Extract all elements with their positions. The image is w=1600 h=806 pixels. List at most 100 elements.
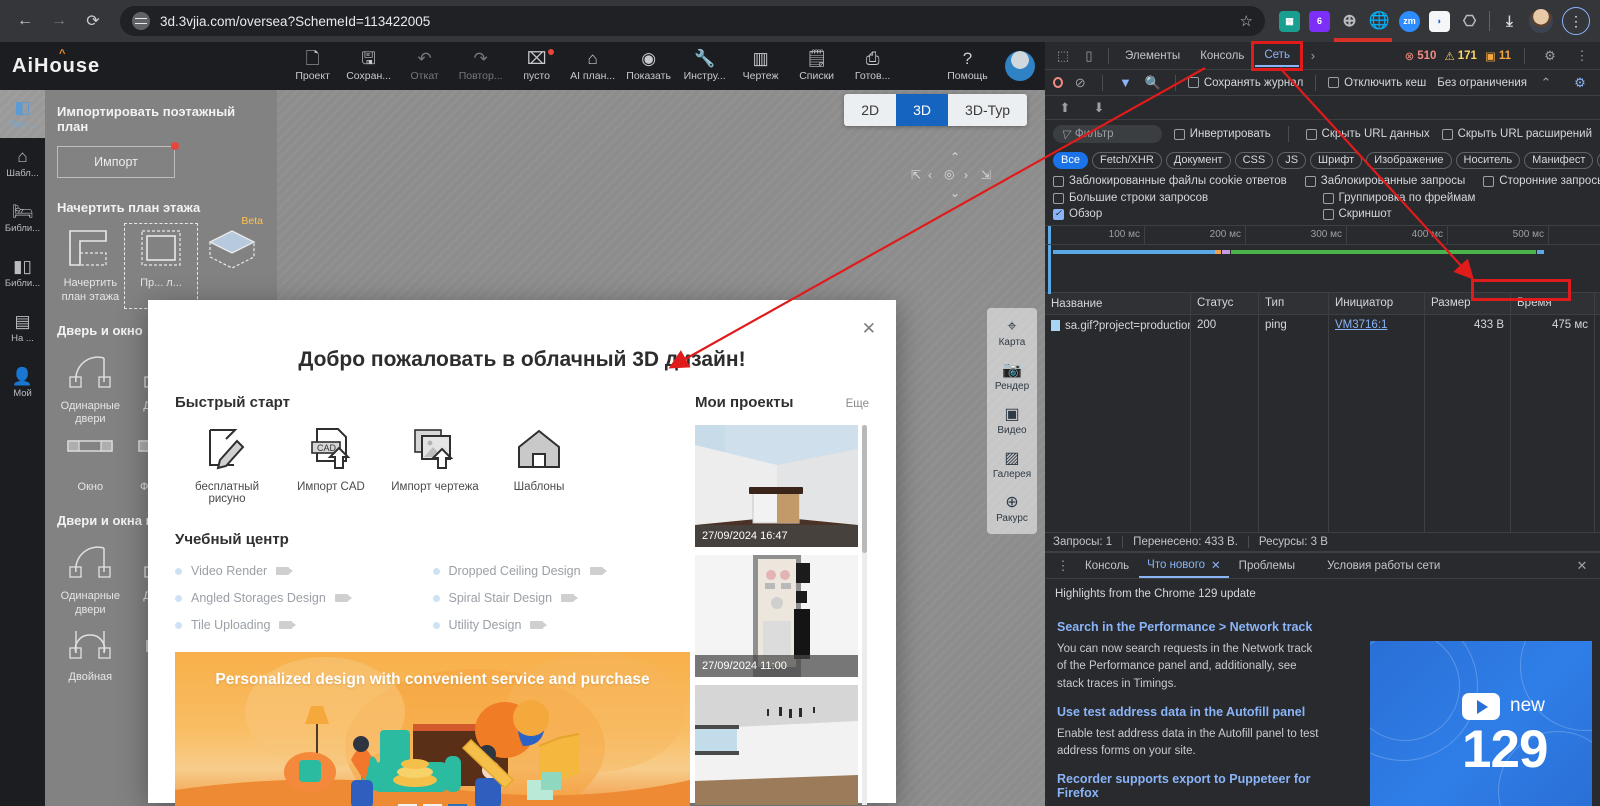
close-icon[interactable]: ✕ bbox=[862, 320, 876, 337]
column-header-type[interactable]: Тип bbox=[1259, 293, 1329, 314]
view-mode-3d[interactable]: 3D bbox=[896, 94, 948, 126]
project-card[interactable]: 27/09/2024 11:00 bbox=[695, 555, 858, 677]
type-pill-document[interactable]: Документ bbox=[1166, 152, 1231, 169]
kebab-menu-icon[interactable]: ⋮ bbox=[1051, 555, 1075, 577]
toolbar-item-undo[interactable]: ↶ Откат bbox=[397, 50, 452, 82]
drawer-tab-network-conditions[interactable]: Условия работы сети bbox=[1319, 556, 1448, 576]
learning-item[interactable]: Video Render bbox=[175, 564, 433, 578]
import-button[interactable]: Импорт bbox=[57, 146, 175, 178]
disable-cache-checkbox[interactable]: Отключить кеш bbox=[1328, 77, 1426, 89]
strip-item-video[interactable]: ▣ Видео bbox=[997, 406, 1026, 436]
overview-checkbox[interactable]: Обзор bbox=[1053, 208, 1323, 220]
device-toolbar-icon[interactable]: ▯ bbox=[1077, 45, 1101, 67]
extension-puzzle[interactable]: ⎔ bbox=[1459, 11, 1480, 32]
download-icon[interactable]: ⤓ bbox=[1499, 11, 1520, 32]
single-door-item-2[interactable]: Одинарные двери bbox=[57, 540, 124, 618]
gear-icon[interactable]: ⚙ bbox=[1568, 72, 1592, 94]
tab-network[interactable]: Сеть bbox=[1255, 45, 1299, 67]
drawer-close-icon[interactable]: ✕ bbox=[1570, 555, 1594, 577]
toolbar-item-save[interactable]: 🖫 Сохран... bbox=[341, 50, 396, 82]
toolbar-item-lists[interactable]: 🗒 Списки bbox=[789, 50, 844, 82]
project-card[interactable] bbox=[695, 685, 858, 805]
table-row[interactable]: sa.gif?project=production 200 ping VM371… bbox=[1045, 315, 1600, 336]
clear-icon[interactable]: ⊘ bbox=[1070, 72, 1090, 94]
rail-item-furniture-library[interactable]: 🛏 Библи... bbox=[0, 203, 45, 234]
issue-count[interactable]: ▣11 bbox=[1485, 49, 1511, 63]
site-settings-icon[interactable] bbox=[132, 12, 150, 30]
blocked-requests-checkbox[interactable]: Заблокированные запросы bbox=[1305, 175, 1466, 187]
toolbar-item-project[interactable]: 🗋 Проект bbox=[285, 50, 340, 82]
import-har-icon[interactable]: ⬆ bbox=[1053, 97, 1077, 119]
export-har-icon[interactable]: ⬇ bbox=[1087, 97, 1111, 119]
column-header-status[interactable]: Статус bbox=[1191, 293, 1259, 314]
type-pill-all[interactable]: Все bbox=[1053, 152, 1088, 169]
warning-count[interactable]: ⚠171 bbox=[1444, 49, 1477, 63]
toolbar-item-clear[interactable]: ⌧ пусто bbox=[509, 50, 564, 82]
error-count[interactable]: ⊗510 bbox=[1405, 49, 1437, 63]
filter-icon[interactable]: ▼ bbox=[1115, 72, 1135, 94]
whats-new-heading[interactable]: Recorder supports export to Puppeteer fo… bbox=[1057, 772, 1325, 800]
quick-start-free-draw[interactable]: бесплатный рисуно bbox=[175, 427, 279, 505]
cell-initiator[interactable]: VM3716:1 bbox=[1329, 315, 1425, 336]
projects-scrollbar[interactable] bbox=[862, 425, 867, 805]
record-icon[interactable] bbox=[1053, 77, 1063, 88]
filter-input[interactable]: ▽ Фильтр bbox=[1053, 125, 1162, 143]
throttling-select[interactable]: Без ограничения bbox=[1437, 77, 1527, 89]
quick-start-image-import[interactable]: Импорт чертежа bbox=[383, 427, 487, 505]
draw-plan-item[interactable]: Начертить план этажа bbox=[57, 227, 124, 305]
nav-down-icon[interactable]: ⌄ bbox=[950, 186, 960, 200]
column-header-size[interactable]: Размер bbox=[1425, 293, 1511, 314]
inspect-icon[interactable]: ⬚ bbox=[1051, 45, 1075, 67]
quick-start-templates[interactable]: Шаблоны bbox=[487, 427, 591, 505]
hide-data-urls-checkbox[interactable]: Скрыть URL данных bbox=[1306, 128, 1430, 140]
reload-icon[interactable]: ⟳ bbox=[78, 6, 108, 36]
extension-globe-outline[interactable]: ⊕ bbox=[1339, 11, 1360, 32]
chevron-right-icon[interactable]: › bbox=[1301, 45, 1325, 67]
rail-item-my[interactable]: 👤 Мой bbox=[0, 368, 45, 399]
type-pill-manifest[interactable]: Манифест bbox=[1524, 152, 1593, 169]
type-pill-js[interactable]: JS bbox=[1277, 152, 1306, 169]
blocked-cookies-checkbox[interactable]: Заблокированные файлы cookie ответов bbox=[1053, 175, 1287, 187]
type-pill-media[interactable]: Носитель bbox=[1456, 152, 1521, 169]
cube-room-item[interactable]: Beta bbox=[198, 227, 265, 305]
whats-new-heading[interactable]: Search in the Performance > Network trac… bbox=[1057, 620, 1588, 634]
toolbar-item-help[interactable]: ? Помощь bbox=[940, 50, 995, 82]
column-header-initiator[interactable]: Инициатор bbox=[1329, 293, 1425, 314]
toolbar-item-drawing[interactable]: ▥ Чертеж bbox=[733, 50, 788, 82]
type-pill-fetch-xhr[interactable]: Fetch/XHR bbox=[1092, 152, 1162, 169]
nav-rotate-left-icon[interactable]: ⇱ bbox=[911, 168, 921, 182]
arch-double-item[interactable]: Двойная bbox=[57, 621, 124, 685]
cell-name[interactable]: sa.gif?project=production bbox=[1045, 315, 1191, 336]
big-request-rows-checkbox[interactable]: Большие строки запросов bbox=[1053, 192, 1323, 204]
initiator-link[interactable]: VM3716:1 bbox=[1335, 319, 1387, 331]
forward-arrow-icon[interactable]: → bbox=[44, 6, 74, 36]
kebab-menu-icon[interactable]: ⋮ bbox=[1570, 45, 1594, 67]
strip-item-map[interactable]: ⌖ Карта bbox=[999, 318, 1026, 348]
projects-scrollbar-thumb[interactable] bbox=[862, 425, 867, 553]
project-card[interactable]: 27/09/2024 16:47 bbox=[695, 425, 858, 547]
column-header-time[interactable]: Время bbox=[1511, 293, 1595, 314]
drawer-tab-console[interactable]: Консоль bbox=[1077, 556, 1137, 576]
camera-nav-pad[interactable]: ⌃ ⇱ ‹ ◎ › ⇲ ⌄ bbox=[911, 150, 997, 206]
close-icon[interactable]: ✕ bbox=[1211, 558, 1221, 572]
type-pill-image[interactable]: Изображение bbox=[1366, 152, 1451, 169]
toolbar-item-redo[interactable]: ↷ Повтор... bbox=[453, 50, 508, 82]
nav-left-icon[interactable]: ‹ bbox=[928, 168, 932, 182]
view-mode-2d[interactable]: 2D bbox=[844, 94, 896, 126]
rail-item-type[interactable]: ◧ Тип ... bbox=[0, 90, 45, 138]
whats-new-promo-card[interactable]: new 129 bbox=[1370, 641, 1592, 806]
gear-icon[interactable]: ⚙ bbox=[1538, 45, 1562, 67]
extension-globe-filled[interactable]: 🌐 bbox=[1369, 11, 1390, 32]
search-icon[interactable]: 🔍 bbox=[1143, 72, 1163, 94]
drawer-tab-whats-new[interactable]: Что нового ✕ bbox=[1139, 554, 1229, 578]
column-header-name[interactable]: Название bbox=[1045, 293, 1191, 314]
drawer-tab-issues[interactable]: Проблемы bbox=[1231, 556, 1303, 576]
quick-start-cad-import[interactable]: CAD Импорт CAD bbox=[279, 427, 383, 505]
my-projects-list[interactable]: 27/09/2024 16:47 bbox=[695, 425, 867, 805]
nav-center-icon[interactable]: ◎ bbox=[944, 167, 954, 181]
learning-item[interactable]: Dropped Ceiling Design bbox=[433, 564, 691, 578]
extension-teal[interactable]: ▦ bbox=[1279, 11, 1300, 32]
preserve-log-checkbox[interactable]: Сохранять журнал bbox=[1188, 77, 1303, 89]
rail-item-cabinet[interactable]: ▤ На ... bbox=[0, 313, 45, 344]
toolbar-item-tools[interactable]: 🔧 Инстру... bbox=[677, 50, 732, 82]
